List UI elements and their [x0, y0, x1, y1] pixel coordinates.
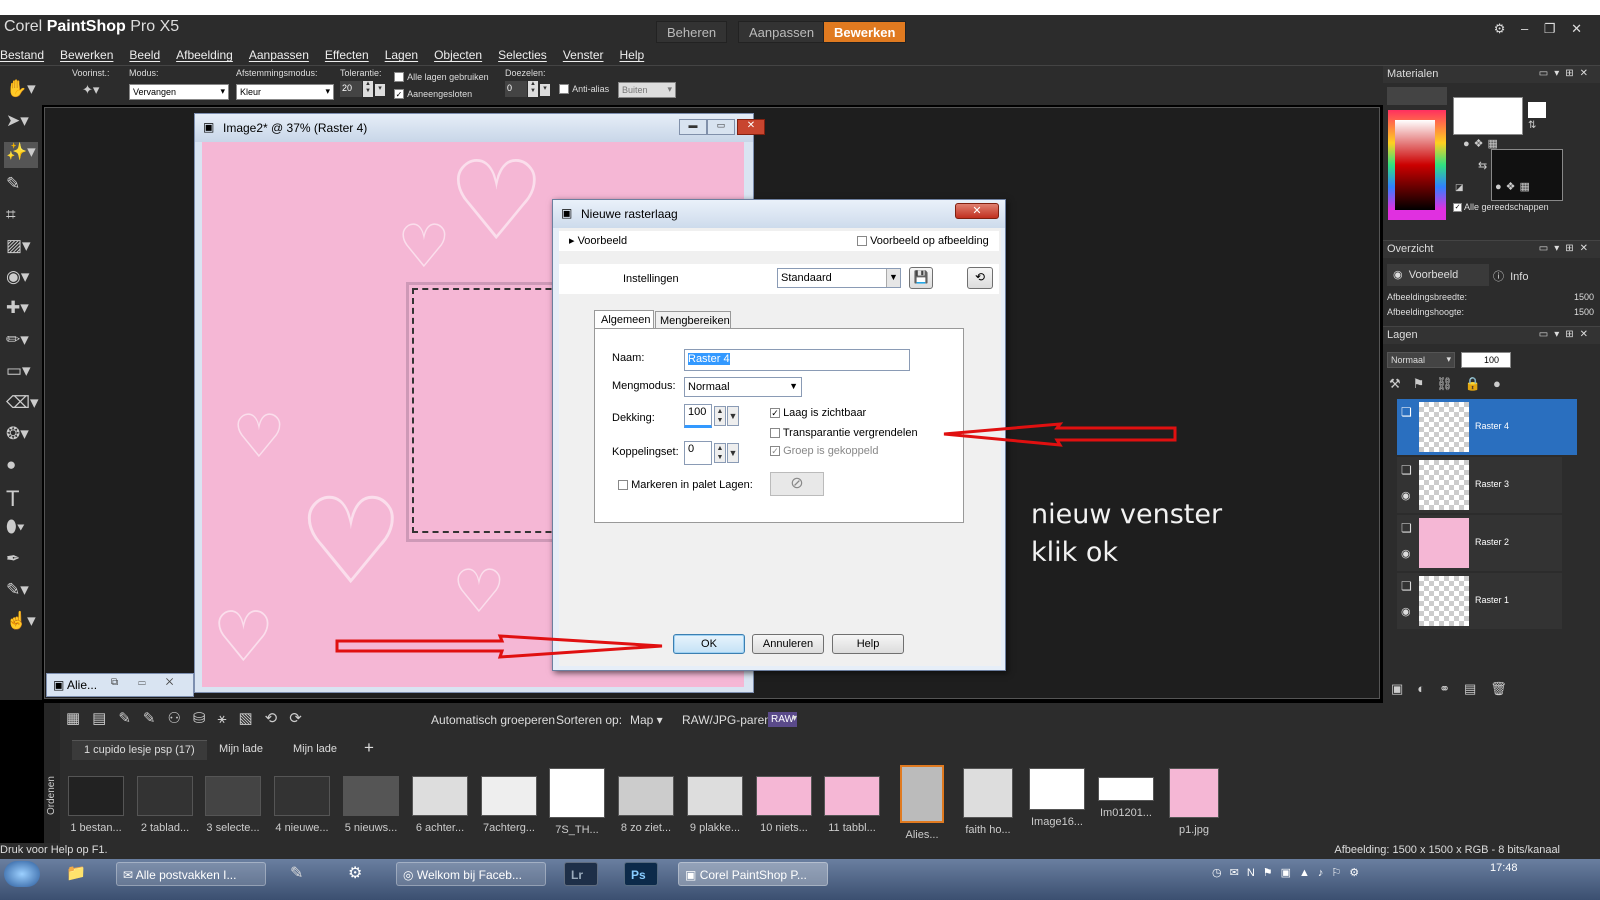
organizer-palette: Ordenen ▦▤✎✎⚇⛁⚹▧⟲⟳ Automatisch groeperen… — [44, 703, 1600, 843]
layer-group-icon[interactable]: ❏ — [1401, 463, 1412, 477]
status-image-info: Afbeelding: 1500 x 1500 x RGB - 8 bits/k… — [1334, 844, 1560, 856]
sort-select[interactable]: Map ▾ — [630, 713, 663, 727]
foreground-swatch[interactable] — [1453, 97, 1523, 135]
panel-controls[interactable]: ▭▾⊞✕ — [1539, 329, 1594, 340]
system-tray-icons[interactable]: ◷✉N⚑▣▲♪⚐⚙ — [1212, 866, 1367, 879]
thumbnail-item[interactable]: 4 nieuwe... — [272, 776, 332, 834]
layer-group-icon[interactable]: ❏ — [1401, 405, 1412, 419]
layers-bottom-icons[interactable]: ▣◐⚭▤🗑 — [1391, 681, 1521, 697]
thumbnail-item-selected[interactable]: Alies... — [892, 765, 952, 841]
thumbnail-item[interactable]: 3 selecte... — [203, 776, 263, 834]
image-height-row: Afbeeldingshoogte: 1500 — [1387, 307, 1594, 317]
pinned-app-icon[interactable]: ⚙ — [348, 863, 362, 883]
materials-tabs[interactable] — [1387, 87, 1447, 105]
organizer-side-label: Ordenen — [46, 776, 57, 815]
thumbnail-item[interactable]: Im01201... — [1096, 777, 1156, 819]
layers-panel-header: Lagen ▭▾⊞✕ — [1383, 326, 1600, 344]
panel-controls[interactable]: ▭▾⊞✕ — [1539, 243, 1594, 254]
arrow-to-lock-transparency — [943, 422, 1177, 447]
annotation-note: nieuw venster klik ok — [1031, 499, 1223, 568]
panel-controls[interactable]: ▭▾⊞✕ — [1539, 68, 1594, 79]
bw-icon[interactable]: ◪ — [1455, 182, 1464, 193]
arrow-to-ok-button — [335, 634, 663, 659]
overview-panel-header: Overzicht ▭▾⊞✕ — [1383, 240, 1600, 258]
layer-raster-4[interactable]: ❏ Raster 4 — [1397, 399, 1577, 455]
clock[interactable]: 17:48 — [1490, 862, 1518, 874]
visibility-eye-icon[interactable]: ◉ — [1401, 489, 1411, 502]
layer-blend-select[interactable]: Normaal — [1387, 352, 1455, 368]
paintshop-icon: ▣ — [685, 868, 697, 882]
organizer-toolbar-icons[interactable]: ▦▤✎✎⚇⛁⚹▧⟲⟳ — [66, 709, 314, 727]
color-picker[interactable] — [1395, 120, 1435, 210]
thumbnail-item[interactable]: 2 tablad... — [135, 776, 195, 834]
thumbnail-item[interactable]: 11 tabbl... — [822, 776, 882, 834]
image-width-row: Afbeeldingsbreedte: 1500 — [1387, 292, 1594, 302]
sort-label: Sorteren op: — [556, 713, 623, 727]
thumbnail-item[interactable]: 6 achter... — [410, 776, 470, 834]
status-help-text: Druk voor Help op F1. — [0, 844, 108, 856]
layer-raster-3[interactable]: ❏ ◉ Raster 3 — [1397, 457, 1562, 513]
mail-icon: ✉ — [123, 868, 134, 882]
organizer-side-strip — [44, 703, 60, 843]
layer-group-icon[interactable]: ❏ — [1401, 521, 1412, 535]
taskbar-item-paintshop[interactable]: ▣ Corel PaintShop P... — [678, 862, 828, 886]
thumbnail-item[interactable]: 7achterg... — [479, 776, 539, 834]
layer-opacity-field[interactable]: 100 — [1461, 352, 1511, 368]
layer-thumbnail — [1419, 518, 1469, 568]
add-tab-button[interactable]: + — [364, 738, 374, 758]
thumbnail-item[interactable]: Image16... — [1027, 768, 1087, 828]
swap-icon[interactable]: ⇅ — [1528, 120, 1546, 132]
thumbnail-item[interactable]: 9 plakke... — [685, 776, 745, 834]
small-swatch[interactable] — [1528, 102, 1546, 118]
explorer-icon[interactable]: 📁 — [66, 863, 86, 883]
thumbnail-item[interactable]: 10 niets... — [754, 776, 814, 834]
thumbnail-item[interactable]: 7S_TH... — [547, 768, 607, 836]
all-tools-checkbox[interactable]: ✓ Alle gereedschappen — [1453, 202, 1549, 213]
organizer-tab-tray-2[interactable]: Mijn lade — [281, 740, 349, 760]
thumbnail-item[interactable]: 8 zo ziet... — [616, 776, 676, 834]
overview-tab-info[interactable]: ⓘ Info — [1489, 264, 1561, 286]
swap-colors-icon[interactable]: ⇆ — [1478, 159, 1487, 172]
pinned-app-icon[interactable]: ✎ — [290, 863, 303, 883]
taskbar-item-lightroom[interactable]: Lr — [564, 862, 598, 886]
thumbnail-item[interactable]: p1.jpg — [1164, 768, 1224, 836]
info-icon: ⓘ — [1493, 271, 1504, 283]
thumbnail-item[interactable]: 1 bestan... — [66, 776, 126, 834]
raw-dropdown-icon[interactable]: ▾ — [792, 713, 797, 724]
layer-toolbar-icons[interactable]: ⚒⚑⛓🔒● — [1389, 376, 1513, 392]
layer-thumbnail — [1419, 576, 1469, 626]
materials-panel-header: Materialen ▭▾⊞✕ — [1383, 65, 1600, 83]
layer-thumbnail — [1419, 402, 1469, 452]
overview-tab-preview[interactable]: ◉ Voorbeeld — [1387, 264, 1489, 286]
layer-group-icon[interactable]: ❏ — [1401, 579, 1412, 593]
status-bar: Druk voor Help op F1. Afbeelding: 1500 x… — [0, 843, 1600, 859]
thumbnail-item[interactable]: 5 nieuws... — [341, 776, 401, 834]
right-panels: Materialen ▭▾⊞✕ ⇅ ●❖▦ ⇆ ●❖▦ ◪ ✓ Alle gere… — [1383, 65, 1600, 705]
windows-taskbar: 📁 ✉ Alle postvakken I... ✎ ⚙ ◎ Welkom bi… — [0, 859, 1600, 900]
background-swatch[interactable] — [1491, 149, 1563, 201]
organizer-tab-tray-1[interactable]: Mijn lade — [207, 740, 275, 760]
eye-icon: ◉ — [1393, 269, 1403, 281]
organizer-tab-folder[interactable]: 1 cupido lesje psp (17) — [72, 740, 207, 760]
taskbar-item-mail[interactable]: ✉ Alle postvakken I... — [116, 862, 266, 886]
start-button[interactable] — [4, 861, 40, 887]
material-style-icons[interactable]: ●❖▦ — [1495, 180, 1534, 193]
visibility-eye-icon[interactable]: ◉ — [1401, 605, 1411, 618]
taskbar-item-photoshop[interactable]: Ps — [624, 862, 658, 886]
auto-group-button[interactable]: Automatisch groeperen — [431, 713, 555, 727]
thumbnail-item[interactable]: faith ho... — [958, 768, 1018, 836]
layer-raster-1[interactable]: ❏ ◉ Raster 1 — [1397, 573, 1562, 629]
layer-thumbnail — [1419, 460, 1469, 510]
taskbar-item-browser[interactable]: ◎ Welkom bij Faceb... — [396, 862, 546, 886]
visibility-eye-icon[interactable]: ◉ — [1401, 547, 1411, 560]
layer-raster-2[interactable]: ❏ ◉ Raster 2 — [1397, 515, 1562, 571]
raw-label: RAW/JPG-paren: — [682, 713, 775, 727]
chrome-icon: ◎ — [403, 868, 414, 882]
